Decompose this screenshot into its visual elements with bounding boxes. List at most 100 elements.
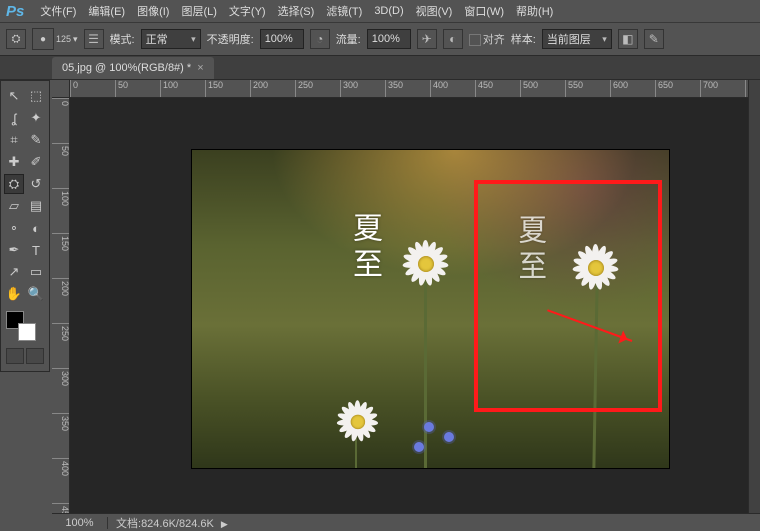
ruler-tick: 400 [430,80,448,98]
ruler-tick: 700 [700,80,718,98]
opacity-label: 不透明度: [207,31,254,47]
sample-label: 样本: [511,31,536,47]
color-swatches[interactable] [6,311,36,341]
menu-layer[interactable]: 图层(L) [175,0,222,22]
tool-hand[interactable]: ✋ [4,284,24,304]
flower-stem [424,280,427,468]
quickmask-icon[interactable] [26,348,44,364]
ruler-tick: 250 [295,80,313,98]
ruler-tick: 450 [52,503,70,513]
pressure-opacity-icon[interactable]: ◔ [310,29,330,49]
tool-lasso[interactable]: ʆ [4,108,24,128]
menu-edit[interactable]: 编辑(E) [82,0,131,22]
pressure-icon[interactable]: ✎ [644,29,664,49]
tool-zoom[interactable]: 🔍 [26,284,46,304]
flow-input[interactable]: 100% [367,29,411,49]
menu-view[interactable]: 视图(V) [410,0,459,22]
calligraphy-text: 夏至 [347,212,381,284]
menu-image[interactable]: 图像(I) [131,0,175,22]
small-flower [444,432,454,442]
tool-dodge[interactable]: ◐ [26,218,46,238]
ruler-tick: 0 [70,80,78,98]
brush-size-picker[interactable]: ● 125▾ [32,28,78,50]
ruler-tick: 0 [52,98,70,106]
ruler-tick: 300 [52,368,70,386]
document-tab[interactable]: 05.jpg @ 100%(RGB/8#) * × [52,57,214,79]
ruler-tick: 350 [385,80,403,98]
tool-heal[interactable]: ✚ [4,152,24,172]
status-bar: 100% 文档:824.6K/824.6K ▶ [52,513,760,531]
close-tab-icon[interactable]: × [197,62,203,74]
document-tab-bar: 05.jpg @ 100%(RGB/8#) * × [0,56,760,80]
tool-wand[interactable]: ✦ [26,108,46,128]
tool-brush[interactable]: ✐ [26,152,46,172]
sample-select[interactable]: 当前图层 [542,29,612,49]
document-tab-title: 05.jpg @ 100%(RGB/8#) * [62,62,191,74]
options-bar: ⛭ ● 125▾ ☰ 模式: 正常 不透明度: 100% ◔ 流量: 100% … [0,22,760,56]
menu-type[interactable]: 文字(Y) [223,0,272,22]
tool-shape[interactable]: ▭ [26,262,46,282]
tool-marquee[interactable]: ⬚ [26,86,46,106]
chevron-right-icon[interactable]: ▶ [221,519,228,529]
flower [400,238,450,288]
annotation-box [474,180,662,412]
tool-history[interactable]: ↺ [26,174,46,194]
ruler-tick: 50 [52,143,70,156]
app-logo: Ps [6,3,24,20]
tool-gradient[interactable]: ▤ [26,196,46,216]
tool-eraser[interactable]: ▱ [4,196,24,216]
ruler-tick: 600 [610,80,628,98]
brush-panel-icon[interactable]: ☰ [84,29,104,49]
tool-path[interactable]: ↗ [4,262,24,282]
ruler-tick: 350 [52,413,70,431]
ignore-adjust-icon[interactable]: ◧ [618,29,638,49]
ruler-tick: 450 [475,80,493,98]
document-info[interactable]: 文档:824.6K/824.6K ▶ [108,515,236,531]
mode-select[interactable]: 正常 [141,29,201,49]
menu-file[interactable]: 文件(F) [34,0,82,22]
zoom-level[interactable]: 100% [52,517,108,529]
ruler-tick: 650 [655,80,673,98]
canvas-area: 0501001502002503003504004505005506006507… [52,80,760,513]
ruler-tick: 550 [565,80,583,98]
ruler-tick: 50 [115,80,128,98]
pressure-size-icon[interactable]: ◐ [443,29,463,49]
ruler-corner [52,80,70,98]
ruler-vertical[interactable]: 050100150200250300350400450 [52,98,70,513]
opacity-input[interactable]: 100% [260,29,304,49]
ruler-tick: 250 [52,323,70,341]
align-checkbox[interactable]: 对齐 [469,31,505,47]
menu-select[interactable]: 选择(S) [272,0,321,22]
tool-move[interactable]: ↖ [4,86,24,106]
small-flower [414,442,424,452]
flower [335,399,380,444]
menu-filter[interactable]: 滤镜(T) [320,0,368,22]
tool-pen[interactable]: ✒ [4,240,24,260]
mode-label: 模式: [110,31,135,47]
ruler-tick: 200 [250,80,268,98]
small-flower [424,422,434,432]
tool-eyedrop[interactable]: ✎ [26,130,46,150]
ruler-tick: 500 [520,80,538,98]
ruler-horizontal[interactable]: 0501001502002503003504004505005506006507… [70,80,760,98]
toolbox: ↖⬚ʆ✦⌗✎✚✐⛭↺▱▤∘◐✒T↗▭✋🔍 [0,80,50,372]
tool-preset-icon[interactable]: ⛭ [6,29,26,49]
ruler-tick: 200 [52,278,70,296]
ruler-tick: 150 [52,233,70,251]
tool-blur[interactable]: ∘ [4,218,24,238]
ruler-tick: 100 [160,80,178,98]
menu-help[interactable]: 帮助(H) [510,0,559,22]
tool-stamp[interactable]: ⛭ [4,174,24,194]
background-swatch[interactable] [18,323,36,341]
tool-crop[interactable]: ⌗ [4,130,24,150]
standard-mode-icon[interactable] [6,348,24,364]
right-panel-dock[interactable] [748,80,760,513]
menu-bar: Ps 文件(F) 编辑(E) 图像(I) 图层(L) 文字(Y) 选择(S) 滤… [0,0,760,22]
document-canvas[interactable]: 夏至 夏至 [192,150,669,468]
ruler-tick: 100 [52,188,70,206]
menu-window[interactable]: 窗口(W) [458,0,510,22]
ruler-tick: 300 [340,80,358,98]
tool-type[interactable]: T [26,240,46,260]
airbrush-icon[interactable]: ✈ [417,29,437,49]
menu-3d[interactable]: 3D(D) [368,2,409,20]
